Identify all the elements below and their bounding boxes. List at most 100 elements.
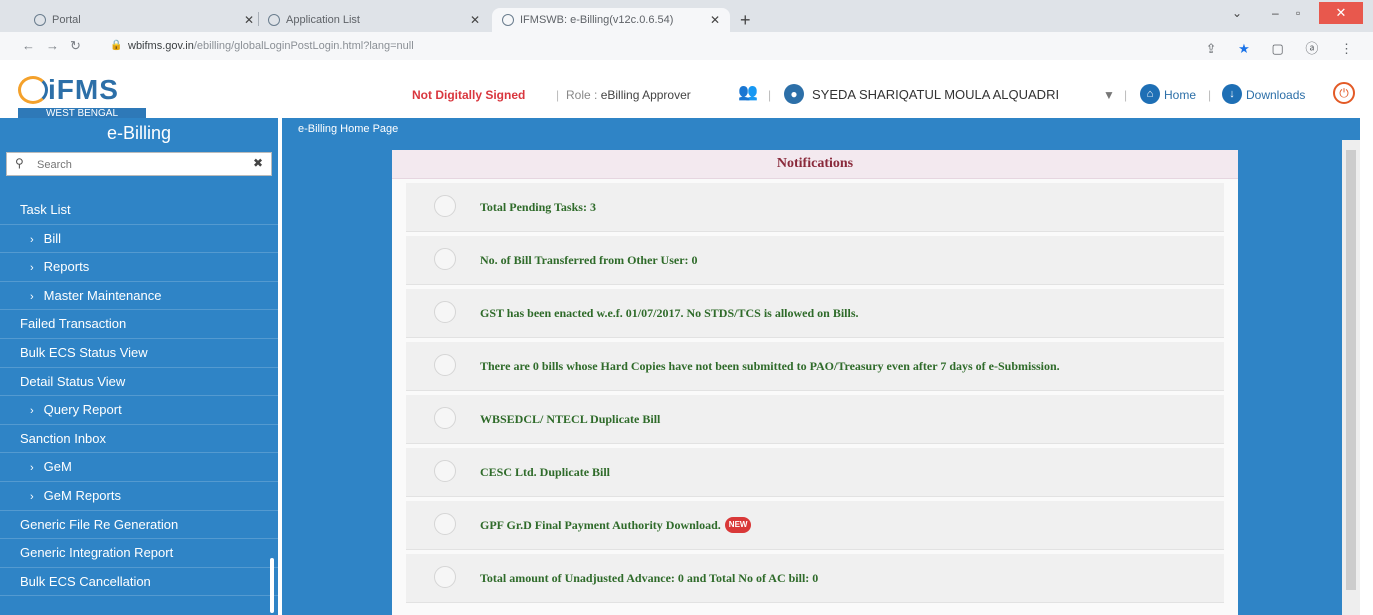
downloads-link[interactable]: Downloads: [1246, 88, 1305, 102]
sidebar-item-bulk-ecs-cancellation[interactable]: Bulk ECS Cancellation: [0, 568, 278, 597]
sidebar-item-sanction-inbox[interactable]: Sanction Inbox: [0, 425, 278, 454]
lock-icon: 🔒: [110, 40, 123, 51]
maximize-icon[interactable]: ▫: [1296, 6, 1300, 20]
sidebar-item-task-list[interactable]: Task List: [0, 196, 278, 225]
sidebar-item-label: Reports: [43, 259, 90, 275]
more-menu-icon[interactable]: ⋮: [1340, 41, 1353, 56]
sidebar-item-failed-transaction[interactable]: Failed Transaction: [0, 310, 278, 339]
header-divider: |: [556, 88, 560, 102]
sidebar-item-reports[interactable]: › Reports: [0, 253, 278, 282]
tab-divider: [258, 12, 259, 26]
notification-item[interactable]: Total Pending Tasks: 3: [406, 183, 1224, 232]
new-tab-icon[interactable]: +: [740, 10, 751, 31]
ifms-logo[interactable]: iFMS WEST BENGAL: [18, 68, 146, 120]
close-tab-icon[interactable]: ✕: [470, 13, 480, 27]
header-divider: |: [1124, 88, 1128, 102]
forward-icon[interactable]: →: [46, 38, 59, 53]
reload-icon[interactable]: ↻: [70, 38, 81, 54]
notification-text[interactable]: CESC Ltd. Duplicate Bill: [480, 448, 1184, 496]
notification-item[interactable]: Total amount of Unadjusted Advance: 0 an…: [406, 554, 1224, 603]
profile-icon[interactable]: ⓐ: [1305, 41, 1318, 56]
bookmark-star-icon[interactable]: ★: [1238, 41, 1250, 56]
notification-item[interactable]: No. of Bill Transferred from Other User:…: [406, 236, 1224, 285]
sidebar-item-generic-file-re-generation[interactable]: Generic File Re Generation: [0, 511, 278, 540]
scrollbar-thumb[interactable]: [1346, 150, 1356, 590]
logout-power-icon[interactable]: ⏻: [1333, 82, 1355, 104]
sidebar-item-label: Failed Transaction: [20, 316, 127, 332]
chevron-right-icon: ›: [30, 462, 34, 475]
sidebar-item-bill[interactable]: › Bill: [0, 225, 278, 254]
close-tab-icon[interactable]: ✕: [244, 13, 254, 27]
sidebar-item-label: Master Maintenance: [43, 287, 162, 303]
notification-text[interactable]: Total Pending Tasks: 3: [480, 183, 1184, 231]
role-label: Role :: [566, 88, 598, 102]
sidebar-item-master-maintenance[interactable]: › Master Maintenance: [0, 282, 278, 311]
sidebar-item-label: GeM: [43, 459, 72, 475]
notification-text[interactable]: There are 0 bills whose Hard Copies have…: [480, 342, 1184, 390]
sidepanel-icon[interactable]: ▢: [1271, 41, 1283, 56]
url-field[interactable]: wbifms.gov.in/ebilling/globalLoginPostLo…: [128, 40, 414, 52]
sidebar-item-bulk-ecs-status-view[interactable]: Bulk ECS Status View: [0, 339, 278, 368]
home-icon[interactable]: ⌂: [1140, 84, 1160, 104]
sidebar-search: ⚲ ✖: [6, 152, 272, 176]
sidebar-item-label: Task List: [20, 202, 71, 217]
sidebar-item-label: Bulk ECS Status View: [20, 344, 148, 360]
chevron-right-icon: ›: [30, 290, 34, 303]
sidebar-item-label: Generic File Re Generation: [20, 516, 179, 532]
window-close-icon[interactable]: ✕: [1319, 2, 1363, 24]
tab-label: IFMSWB: e-Billing(v12c.0.6.54): [520, 14, 674, 26]
chevron-right-icon: ›: [30, 490, 34, 503]
notifications-panel: Notifications Total Pending Tasks: 3 No.…: [392, 150, 1238, 615]
notification-link[interactable]: GPF Gr.D Final Payment Authority Downloa…: [480, 501, 1184, 549]
new-badge-icon: NEW: [724, 517, 752, 533]
notification-item[interactable]: WBSEDCL/ NTECL Duplicate Bill: [406, 395, 1224, 444]
notification-item[interactable]: There are 0 bills whose Hard Copies have…: [406, 342, 1224, 391]
tab-label: Portal: [52, 14, 81, 26]
sidebar-item-gem[interactable]: › GeM: [0, 453, 278, 482]
browser-tab-ebilling[interactable]: IFMSWB: e-Billing(v12c.0.6.54) ✕: [492, 8, 730, 32]
switch-role-icon[interactable]: 👥: [738, 82, 758, 102]
notification-item[interactable]: GST has been enacted w.e.f. 01/07/2017. …: [406, 289, 1224, 338]
browser-tab-application-list[interactable]: Application List ✕: [268, 8, 480, 32]
share-icon[interactable]: ⇪: [1206, 41, 1217, 56]
sidebar-item-query-report[interactable]: › Query Report: [0, 396, 278, 425]
main-scrollbar[interactable]: [1342, 140, 1360, 615]
sidebar-search-input[interactable]: [35, 155, 239, 175]
download-icon[interactable]: ↓: [1222, 84, 1242, 104]
notification-item[interactable]: CESC Ltd. Duplicate Bill: [406, 448, 1224, 497]
search-icon: ⚲: [15, 156, 24, 170]
browser-tab-portal[interactable]: Portal ✕: [30, 8, 254, 32]
sidebar-menu: Task List › Bill › Reports › Master Mainten…: [0, 196, 278, 597]
notification-text[interactable]: Total amount of Unadjusted Advance: 0 an…: [480, 554, 1184, 602]
back-icon[interactable]: ←: [22, 38, 35, 53]
close-tab-icon[interactable]: ✕: [710, 13, 720, 27]
breadcrumb: e-Billing Home Page: [282, 118, 1360, 140]
user-menu-chevron-icon[interactable]: ▼: [1103, 88, 1115, 102]
notification-item[interactable]: GPF Gr.D Final Payment Authority Downloa…: [406, 501, 1224, 550]
sidebar-item-detail-status-view[interactable]: Detail Status View: [0, 368, 278, 397]
chevron-right-icon: ›: [30, 233, 34, 246]
info-circle-icon: [434, 248, 456, 270]
notification-text[interactable]: GST has been enacted w.e.f. 01/07/2017. …: [480, 289, 1184, 337]
info-circle-icon: [434, 354, 456, 376]
sidebar-scrollbar[interactable]: [270, 558, 274, 613]
sidebar-item-label: Detail Status View: [20, 373, 126, 389]
user-avatar-icon[interactable]: ●: [784, 84, 804, 104]
tab-search-icon[interactable]: ⌄: [1232, 6, 1242, 20]
main-content: e-Billing Home Page Notifications Total …: [282, 118, 1360, 615]
username[interactable]: SYEDA SHARIQATUL MOULA ALQUADRI: [812, 87, 1059, 102]
minimize-icon[interactable]: –: [1272, 6, 1279, 20]
notifications-title: Notifications: [392, 150, 1238, 179]
signature-status: Not Digitally Signed: [412, 88, 526, 102]
info-circle-icon: [434, 195, 456, 217]
notification-text[interactable]: WBSEDCL/ NTECL Duplicate Bill: [480, 395, 1184, 443]
globe-icon: [34, 14, 46, 26]
notification-text[interactable]: GPF Gr.D Final Payment Authority Downloa…: [480, 518, 721, 532]
tab-label: Application List: [286, 14, 360, 26]
sidebar-item-gem-reports[interactable]: › GeM Reports: [0, 482, 278, 511]
notification-text[interactable]: No. of Bill Transferred from Other User:…: [480, 236, 1184, 284]
sidebar-item-generic-integration-report[interactable]: Generic Integration Report: [0, 539, 278, 568]
address-bar-actions: ⇪ ★ ▢ ⓐ ⋮: [1188, 38, 1353, 57]
clear-search-icon[interactable]: ✖: [253, 156, 263, 170]
home-link[interactable]: Home: [1164, 88, 1196, 102]
